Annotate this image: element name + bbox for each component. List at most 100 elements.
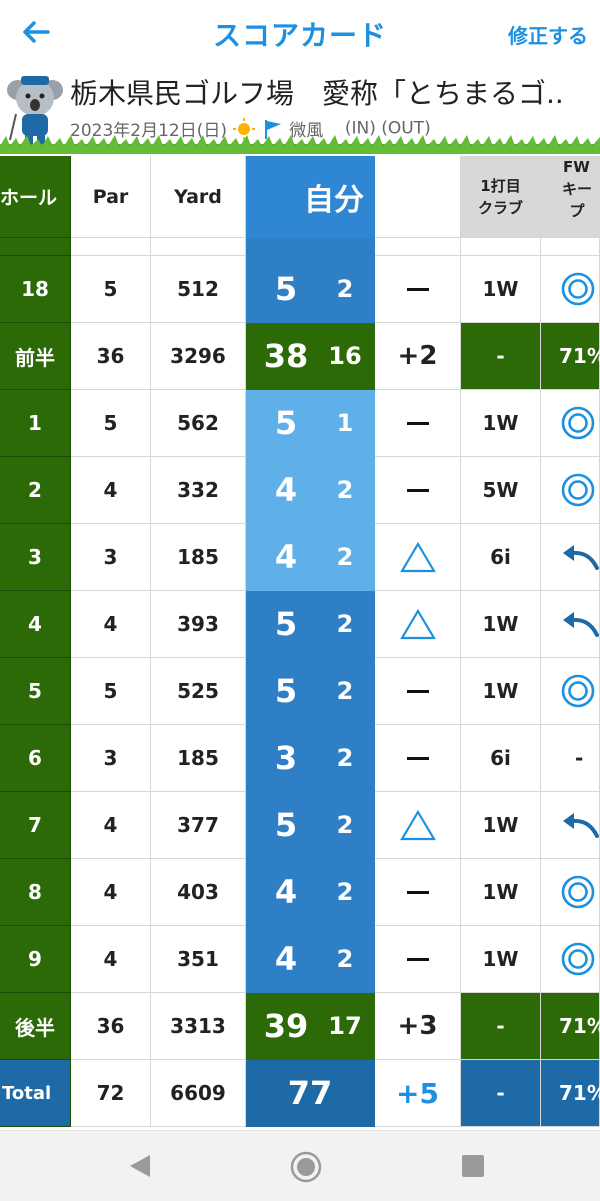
hole-number: 4 [0,591,71,658]
course-header: 栃木県民ゴルフ場 愛称「とちまるゴ.. 2023年2月12日(日) 微風 (IN… [0,64,600,154]
hole-row[interactable]: 18 5 512 5 2 1W [0,256,600,323]
hole-row[interactable]: 5 5 525 5 2 1W [0,658,600,725]
par-mark [406,689,429,693]
player-score: 38 16 [246,323,375,390]
score-result: +2 [375,323,461,390]
fairway-keep [541,390,600,457]
first-club: - [461,1060,541,1127]
nav-home-icon[interactable] [290,1151,322,1183]
par-mark [406,421,429,425]
edge-fw [541,238,600,256]
putts: 17 [328,1012,362,1040]
hole-row[interactable]: 4 4 393 5 2 1W [0,591,600,658]
score-result [375,859,461,926]
first-club: 6i [461,725,541,792]
first-club: 1W [461,256,541,323]
score-result [375,524,461,591]
col-fw-line1: FW [563,158,590,176]
col-club: 1打目 クラブ [461,156,541,238]
score-result [375,725,461,792]
strokes: 38 [263,337,309,375]
par-value: 4 [71,926,151,993]
edge-score [246,238,375,256]
first-club: 1W [461,792,541,859]
yard-value: 525 [151,658,246,725]
strokes: 5 [274,605,298,643]
putts: 1 [336,409,354,437]
fw-value: 71% [559,1014,600,1038]
hole-number: 前半 [0,323,71,390]
first-club: 5W [461,457,541,524]
putts: 2 [336,610,354,638]
strokes: 77 [287,1074,333,1112]
hole-number: 9 [0,926,71,993]
edge-res [375,238,461,256]
fairway-keep: 71% [541,1060,600,1127]
par-value: 4 [71,859,151,926]
putts: 2 [336,945,354,973]
hole-number: 2 [0,457,71,524]
par-value: 4 [71,457,151,524]
player-name: 自分 [304,182,364,218]
nav-back-icon[interactable] [128,1153,152,1179]
edit-button[interactable]: 修正する [508,20,588,49]
putts: 2 [336,878,354,906]
hole-number: 後半 [0,993,71,1060]
hole-number: 1 [0,390,71,457]
hole-number: 3 [0,524,71,591]
fairway-hit-icon [561,272,595,306]
first-club: 1W [461,591,541,658]
result-diff: +2 [397,341,438,371]
hole-row[interactable]: 8 4 403 4 2 1W [0,859,600,926]
yard-value: 512 [151,256,246,323]
table-header: ホール Par Yard 自分 1打目 クラブ FW キープ [0,156,600,238]
score-result [375,591,461,658]
par-mark [406,756,429,760]
fairway-hit-icon [561,875,595,909]
fairway-hit-icon [561,406,595,440]
hole-row[interactable]: 3 3 185 4 2 6i [0,524,600,591]
par-mark [406,287,429,291]
par-value: 36 [71,323,151,390]
par-value: 4 [71,591,151,658]
par-value: 5 [71,390,151,457]
strokes: 39 [263,1007,309,1045]
hole-number: 7 [0,792,71,859]
player-score: 52 [246,658,375,725]
putts: 2 [336,543,354,571]
par-value: 5 [71,658,151,725]
putts: 2 [336,677,354,705]
yard-value: 185 [151,524,246,591]
fairway-keep: 71% [541,323,600,390]
player-score: 39 17 [246,993,375,1060]
strokes: 4 [274,940,298,978]
first-club: 6i [461,524,541,591]
col-player[interactable]: 自分 [246,156,453,238]
hole-row[interactable]: 9 4 351 4 2 1W [0,926,600,993]
col-fw: FW キープ [541,156,600,238]
strokes: 3 [274,739,298,777]
nav-recent-icon[interactable] [462,1155,484,1177]
hole-row[interactable]: 6 3 185 3 2 6i - [0,725,600,792]
app-bar: スコアカード 修正する [0,0,600,64]
score-result [375,256,461,323]
hole-row[interactable]: 1 5 562 5 1 1W [0,390,600,457]
yard-value: 377 [151,792,246,859]
hole-number: 6 [0,725,71,792]
strokes: 5 [274,270,298,308]
strokes: 5 [274,672,298,710]
scroll-edge [0,238,600,256]
fairway-keep [541,591,600,658]
player-score: 51 [246,390,375,457]
player-score: 42 [246,524,375,591]
hole-row[interactable]: 7 4 377 5 2 1W [0,792,600,859]
hole-number: 18 [0,256,71,323]
hole-row[interactable]: 2 4 332 4 2 5W [0,457,600,524]
yard-value: 185 [151,725,246,792]
score-result [375,926,461,993]
par-value: 72 [71,1060,151,1127]
yard-value: 403 [151,859,246,926]
edge-club [461,238,541,256]
fairway-keep [541,859,600,926]
hole-number: 8 [0,859,71,926]
